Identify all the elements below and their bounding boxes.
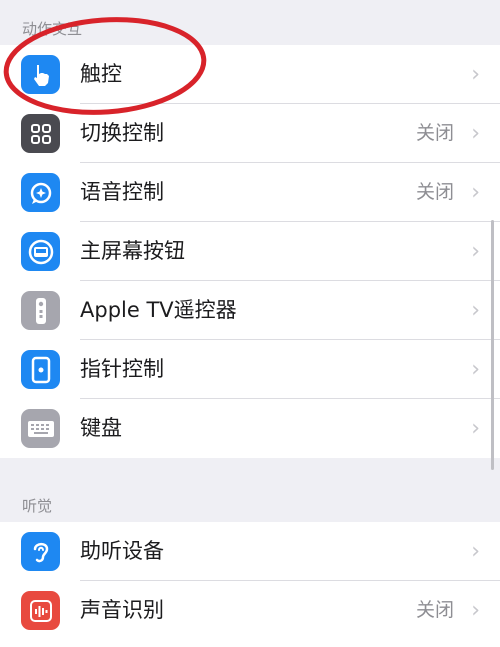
hearing-devices-label: 助听设备	[80, 539, 164, 563]
row-sound-recognition[interactable]: 声音识别 关闭 ›	[0, 581, 500, 640]
touch-label: 触控	[80, 62, 122, 86]
row-keyboard[interactable]: 键盘 ›	[0, 399, 500, 458]
chevron-right-icon: ›	[471, 62, 480, 87]
chevron-right-icon: ›	[471, 598, 480, 623]
switch-control-value: 关闭	[415, 122, 454, 144]
hand-touch-icon	[21, 55, 60, 94]
home-button-label: 主屏幕按钮	[80, 239, 185, 263]
sound-recognition-label: 声音识别	[80, 598, 164, 622]
chevron-right-icon: ›	[471, 180, 480, 205]
chevron-right-icon: ›	[471, 416, 480, 441]
chevron-right-icon: ›	[471, 121, 480, 146]
scrollbar[interactable]	[491, 220, 494, 470]
row-hearing-devices[interactable]: 助听设备 ›	[0, 522, 500, 581]
section-header-motor: 动作交互	[22, 20, 83, 38]
chevron-right-icon: ›	[471, 298, 480, 323]
motor-group: 触控 › 切换控制 关闭 › 语音控制 关闭 › 主屏幕按钮 › Apple T…	[0, 45, 500, 458]
row-apple-tv-remote[interactable]: Apple TV遥控器 ›	[0, 281, 500, 340]
keyboard-label: 键盘	[80, 416, 122, 440]
row-pointer-control[interactable]: 指针控制 ›	[0, 340, 500, 399]
row-home-button[interactable]: 主屏幕按钮 ›	[0, 222, 500, 281]
voice-control-value: 关闭	[415, 181, 454, 203]
home-button-icon	[21, 232, 60, 271]
section-header-hearing: 听觉	[22, 497, 53, 515]
voice-control-label: 语音控制	[80, 180, 164, 204]
chevron-right-icon: ›	[471, 539, 480, 564]
switch-control-grid-icon	[21, 114, 60, 153]
ear-icon	[21, 532, 60, 571]
pointer-control-label: 指针控制	[80, 357, 164, 381]
row-touch[interactable]: 触控 ›	[0, 45, 500, 104]
switch-control-label: 切换控制	[80, 121, 164, 145]
row-switch-control[interactable]: 切换控制 关闭 ›	[0, 104, 500, 163]
tv-remote-icon	[21, 291, 60, 330]
apple-tv-remote-label: Apple TV遥控器	[80, 298, 237, 322]
voice-control-icon	[21, 173, 60, 212]
hearing-group: 助听设备 › 声音识别 关闭 ›	[0, 522, 500, 647]
sound-recognition-value: 关闭	[415, 599, 454, 621]
chevron-right-icon: ›	[471, 357, 480, 382]
row-voice-control[interactable]: 语音控制 关闭 ›	[0, 163, 500, 222]
chevron-right-icon: ›	[471, 239, 480, 264]
keyboard-icon	[21, 409, 60, 448]
pointer-control-icon	[21, 350, 60, 389]
sound-recognition-icon	[21, 591, 60, 630]
